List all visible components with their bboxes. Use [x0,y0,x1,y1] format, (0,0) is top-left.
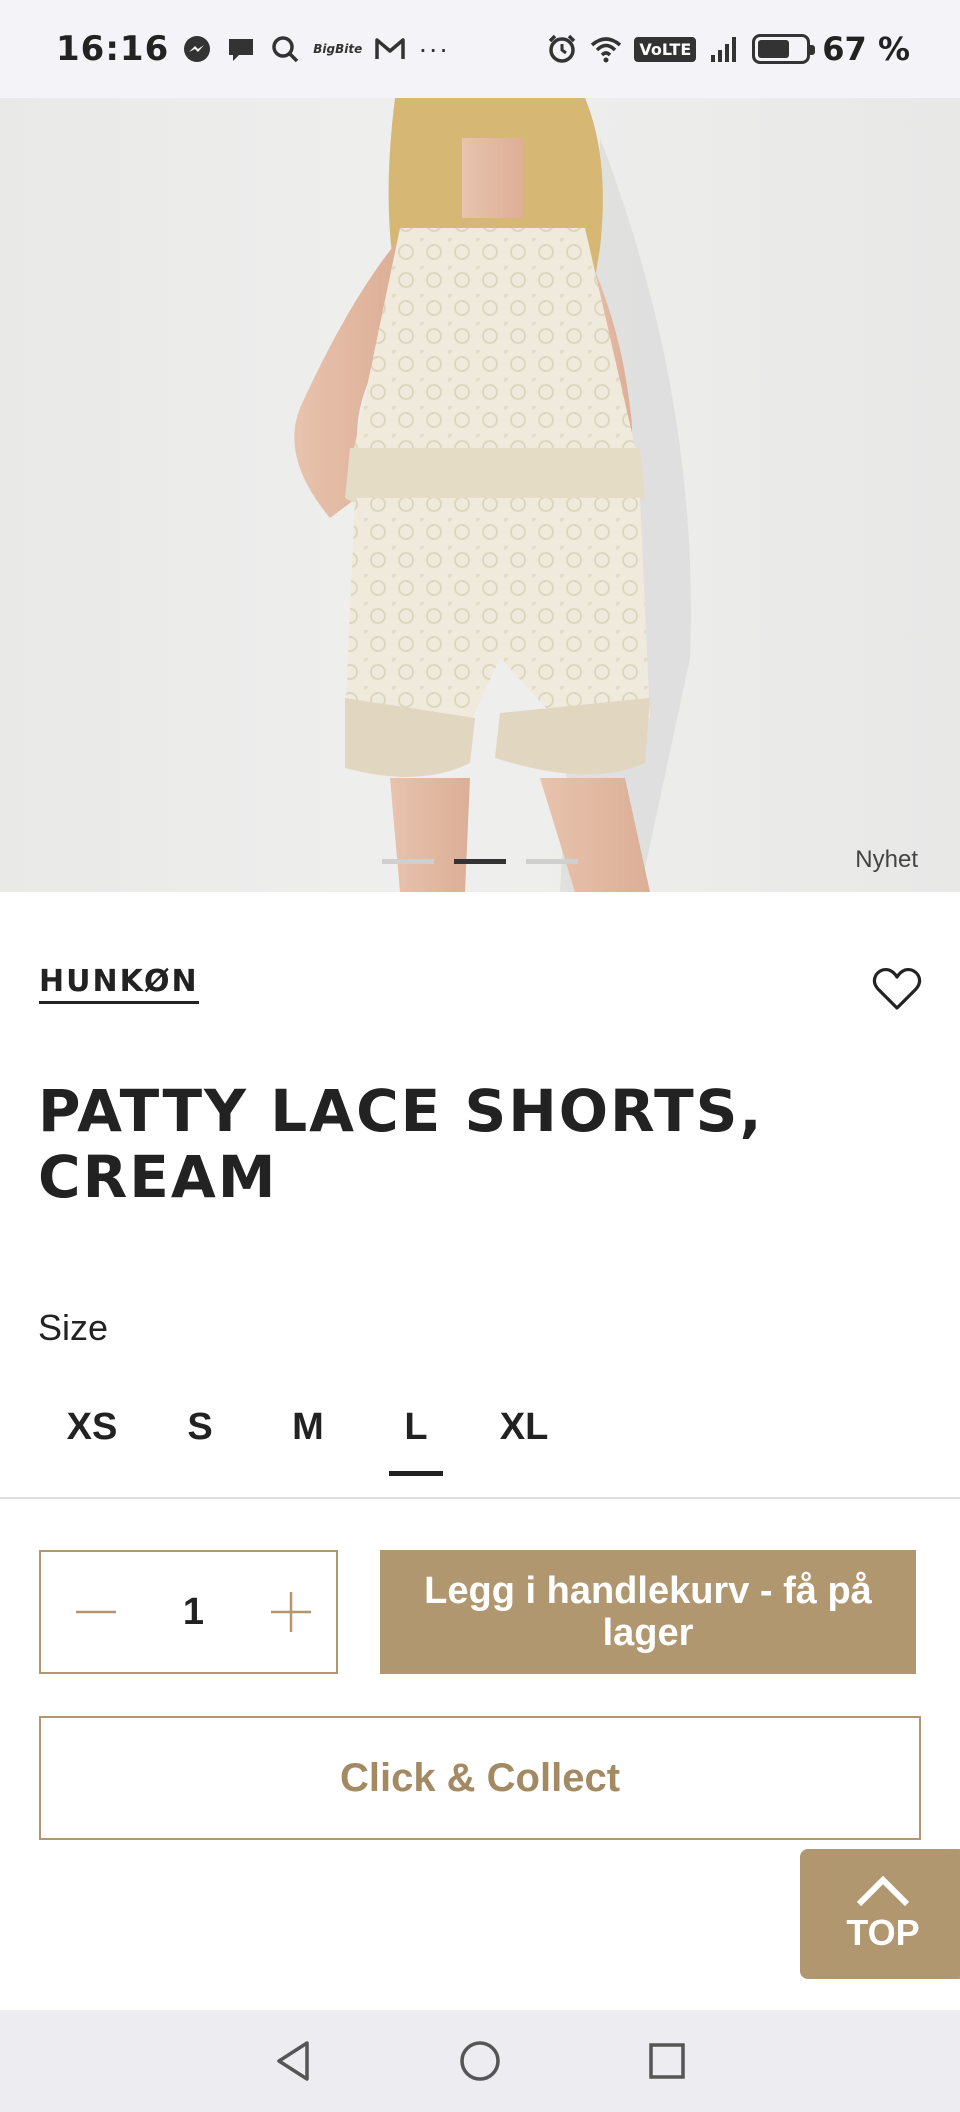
wifi-icon [591,37,622,63]
carousel-indicator[interactable] [0,859,960,864]
size-selector: XS S M L XL [38,1400,578,1476]
click-collect-button[interactable]: Click & Collect [39,1716,921,1840]
size-option-s[interactable]: S [146,1400,254,1476]
status-right: VoLTE 67 % [546,30,910,68]
gmail-icon [375,38,405,59]
brand-link[interactable]: HUNKØN [39,964,199,1004]
scroll-to-top-button[interactable]: TOP [800,1849,960,1979]
divider [0,1497,960,1499]
recents-square-icon [648,2043,685,2079]
recents-button[interactable] [642,2036,692,2086]
scroll-to-top-label: TOP [846,1912,920,1953]
back-triangle-icon [277,2041,310,2081]
status-time: 16:16 [56,29,170,69]
decrease-quantity-button[interactable] [73,1589,119,1635]
bigbite-icon: BigBite [313,42,363,56]
home-button[interactable] [455,2036,505,2086]
carousel-dot-active[interactable] [454,859,506,864]
product-image[interactable]: Nyhet [0,98,960,892]
carousel-dot[interactable] [382,859,434,864]
battery-icon [752,34,816,64]
search-icon [272,36,299,63]
status-left: 16:16 BigBite ··· [56,29,449,69]
more-notifications-indicator: ··· [418,33,450,64]
volte-badge: VoLTE [634,36,697,62]
plus-icon [270,1592,311,1632]
size-label: Size [38,1307,109,1348]
battery-level-fill [758,40,790,58]
minus-icon [76,1610,116,1614]
signal-icon [711,37,737,62]
heart-icon[interactable] [870,962,924,1016]
size-option-m[interactable]: M [254,1400,362,1476]
chat-bubble-icon [229,39,254,61]
battery-percent: 67 % [822,30,910,68]
add-to-cart-button[interactable]: Legg i handlekurv - få på lager [380,1550,916,1674]
size-option-l[interactable]: L [362,1400,470,1476]
system-nav-bar [0,2010,960,2112]
status-bar: 16:16 BigBite ··· VoLTE 67 % [0,0,960,98]
increase-quantity-button[interactable] [268,1589,314,1635]
home-circle-icon [460,2041,500,2081]
quantity-stepper: 1 [39,1550,338,1674]
chevron-up-icon [856,1875,910,1907]
messenger-icon [184,36,211,62]
new-badge: Nyhet [855,846,918,873]
size-option-xs[interactable]: XS [38,1400,146,1476]
size-option-xl[interactable]: XL [470,1400,578,1476]
alarm-icon [549,34,576,63]
product-title: PATTY LACE SHORTS, CREAM [38,1077,764,1211]
product-photo-illustration [294,98,691,892]
carousel-dot[interactable] [526,859,578,864]
quantity-value[interactable]: 1 [183,1591,204,1634]
back-button[interactable] [268,2036,318,2086]
